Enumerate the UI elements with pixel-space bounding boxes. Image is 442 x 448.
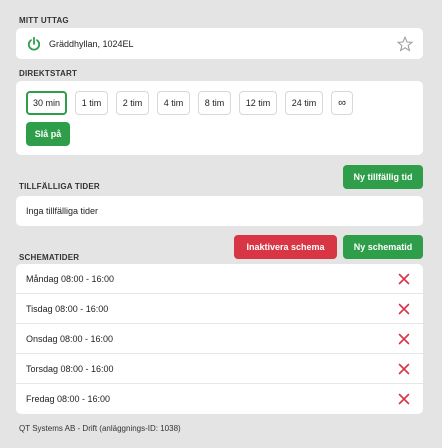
schedule-row-text: Tisdag 08:00 - 16:00: [26, 303, 109, 314]
schedule-list: Måndag 08:00 - 16:00 Tisdag 08:00 - 16:0…: [16, 264, 423, 414]
deactivate-schedule-button[interactable]: Inaktivera schema: [234, 235, 337, 259]
duration-infinite-button[interactable]: ∞: [331, 91, 353, 115]
new-schedule-time-button[interactable]: Ny schematid: [343, 235, 423, 259]
delete-icon[interactable]: [397, 392, 411, 406]
delete-icon[interactable]: [397, 302, 411, 316]
schedule-section-label: SCHEMATIDER: [19, 253, 80, 262]
outlet-name: Gräddhyllan, 1024EL: [49, 38, 134, 49]
delete-icon[interactable]: [397, 332, 411, 346]
star-icon[interactable]: [397, 35, 413, 52]
schedule-row-friday: Fredag 08:00 - 16:00: [16, 384, 423, 414]
schedule-row-text: Måndag 08:00 - 16:00: [26, 273, 115, 284]
power-icon[interactable]: [26, 36, 42, 52]
temporary-card: Inga tillfälliga tider: [16, 196, 423, 226]
temporary-section-label: TILLFÄLLIGA TIDER: [19, 182, 100, 191]
duration-options: 30 min 1 tim 2 tim 4 tim 8 tim 12 tim 24…: [26, 91, 361, 115]
footer-text: QT Systems AB - Drift (anläggnings-ID: 1…: [19, 424, 181, 433]
direct-start-section-label: DIREKTSTART: [19, 69, 78, 78]
turn-on-button[interactable]: Slå på: [26, 122, 70, 146]
duration-2-tim-button[interactable]: 2 tim: [116, 91, 149, 115]
schedule-row-thursday: Torsdag 08:00 - 16:00: [16, 354, 423, 384]
temporary-empty-text: Inga tillfälliga tider: [26, 206, 99, 216]
duration-30-min-button[interactable]: 30 min: [26, 91, 67, 115]
duration-8-tim-button[interactable]: 8 tim: [198, 91, 231, 115]
new-temporary-time-button[interactable]: Ny tillfällig tid: [343, 165, 423, 189]
outlet-section-label: MITT UTTAG: [19, 16, 69, 25]
duration-1-tim-button[interactable]: 1 tim: [75, 91, 108, 115]
schedule-row-text: Fredag 08:00 - 16:00: [26, 394, 111, 404]
direct-start-card: 30 min 1 tim 2 tim 4 tim 8 tim 12 tim 24…: [16, 81, 423, 155]
delete-icon[interactable]: [397, 272, 411, 286]
schedule-row-text: Onsdag 08:00 - 16:00: [26, 333, 114, 344]
outlet-card: Gräddhyllan, 1024EL: [16, 28, 423, 59]
duration-24-tim-button[interactable]: 24 tim: [285, 91, 323, 115]
delete-icon[interactable]: [397, 362, 411, 376]
duration-12-tim-button[interactable]: 12 tim: [239, 91, 277, 115]
schedule-row-wednesday: Onsdag 08:00 - 16:00: [16, 324, 423, 354]
schedule-row-text: Torsdag 08:00 - 16:00: [26, 363, 114, 374]
schedule-row-tuesday: Tisdag 08:00 - 16:00: [16, 294, 423, 324]
schedule-row-monday: Måndag 08:00 - 16:00: [16, 264, 423, 294]
duration-4-tim-button[interactable]: 4 tim: [157, 91, 190, 115]
